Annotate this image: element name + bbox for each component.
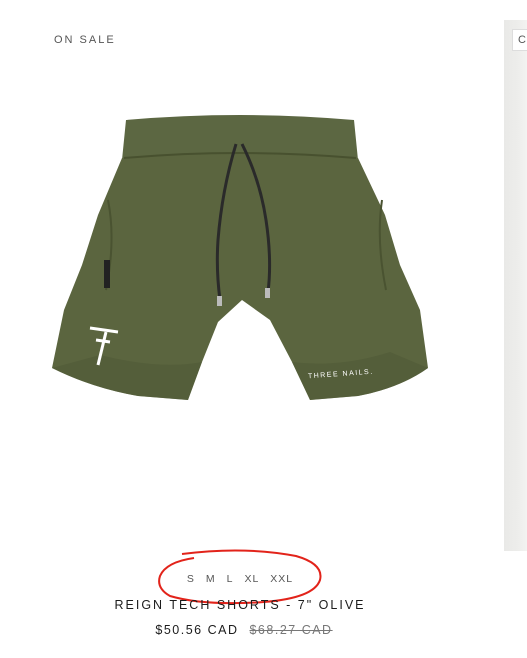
product-card[interactable]: ON SALE THREE NAILS. S M L XL XXL REIGN … [0,0,490,658]
regular-price: $68.27 CAD [249,623,333,637]
next-product-card[interactable]: C [504,20,527,551]
next-product-badge: C [512,29,527,51]
sale-price: $50.56 CAD [155,623,239,637]
size-xl[interactable]: XL [244,573,259,585]
product-title[interactable]: REIGN TECH SHORTS - 7" OLIVE [0,598,480,612]
price-row: $50.56 CAD $68.27 CAD [0,623,488,637]
size-xxl[interactable]: XXL [270,573,293,585]
product-image[interactable]: THREE NAILS. [40,100,450,440]
size-options: S M L XL XXL [160,573,320,585]
size-s[interactable]: S [187,573,195,585]
size-m[interactable]: M [206,573,216,585]
sale-badge: ON SALE [54,34,116,46]
size-l[interactable]: L [227,573,234,585]
